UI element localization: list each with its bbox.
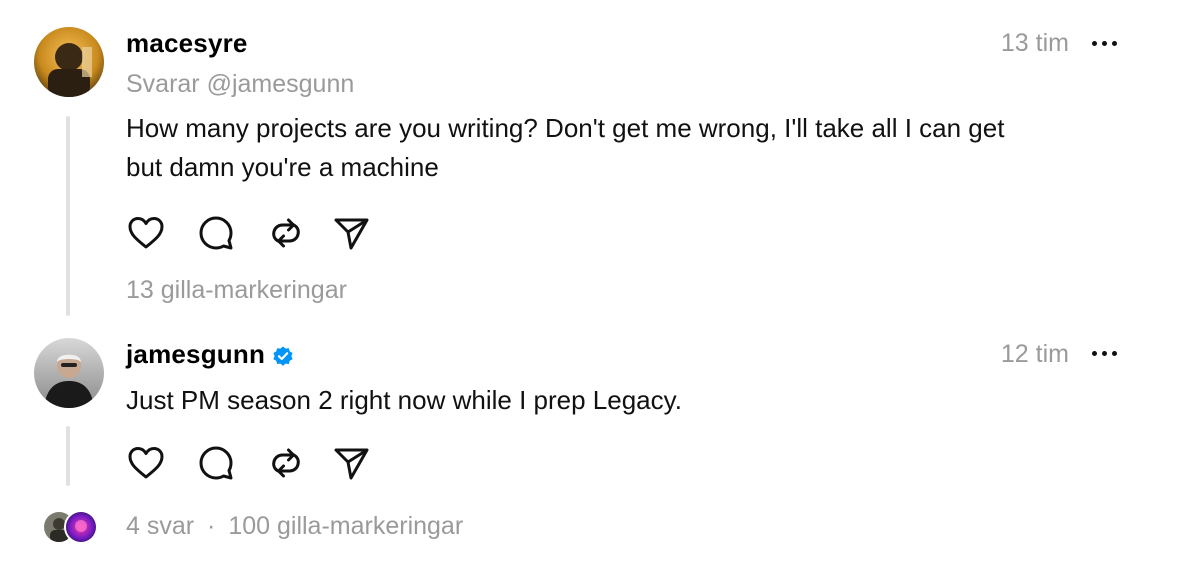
replies-count[interactable]: 4 svar: [126, 512, 194, 540]
repost-icon: [272, 218, 300, 248]
send-icon: [334, 448, 369, 480]
verified-badge-icon: [273, 346, 293, 366]
separator: ·: [207, 512, 216, 540]
repost-icon: [272, 448, 300, 478]
thread-line: [66, 116, 70, 316]
repost-button[interactable]: [266, 213, 306, 253]
post-text-line: Just PM season 2 right now while I prep …: [126, 385, 682, 415]
post-text-line: How many projects are you writing? Don't…: [126, 113, 1005, 143]
username[interactable]: macesyre: [126, 28, 248, 59]
post-text-line: but damn you're a machine: [126, 152, 439, 182]
thread-line: [66, 426, 70, 486]
avatar[interactable]: [34, 27, 104, 97]
likes-count[interactable]: 100 gilla-markeringar: [228, 512, 463, 540]
heart-icon: [128, 447, 164, 479]
more-dots-icon[interactable]: [1092, 33, 1120, 53]
comment-icon: [199, 216, 233, 250]
post-text: How many projects are you writing? Don't…: [126, 109, 1126, 187]
timestamp[interactable]: 13 tim: [1001, 29, 1069, 58]
share-button[interactable]: [331, 443, 371, 483]
username[interactable]: jamesgunn: [126, 339, 295, 370]
reply-to-label[interactable]: Svarar @jamesgunn: [126, 70, 354, 99]
thread-stats: 4 svar · 100 gilla-markeringar: [126, 512, 463, 541]
replier-avatar[interactable]: [64, 510, 98, 544]
post-text: Just PM season 2 right now while I prep …: [126, 381, 1126, 420]
comment-button[interactable]: [196, 443, 236, 483]
send-icon: [334, 218, 369, 250]
like-button[interactable]: [126, 213, 166, 253]
share-button[interactable]: [331, 213, 371, 253]
username-text[interactable]: jamesgunn: [126, 339, 265, 369]
repost-button[interactable]: [266, 443, 306, 483]
likes-count[interactable]: 13 gilla-markeringar: [126, 276, 347, 305]
like-button[interactable]: [126, 443, 166, 483]
timestamp[interactable]: 12 tim: [1001, 340, 1069, 369]
more-dots-icon[interactable]: [1092, 343, 1120, 363]
comment-icon: [199, 446, 233, 480]
heart-icon: [128, 217, 164, 249]
avatar[interactable]: [34, 338, 104, 408]
comment-button[interactable]: [196, 213, 236, 253]
thread-footer: 4 svar · 100 gilla-markeringar: [0, 506, 1200, 546]
